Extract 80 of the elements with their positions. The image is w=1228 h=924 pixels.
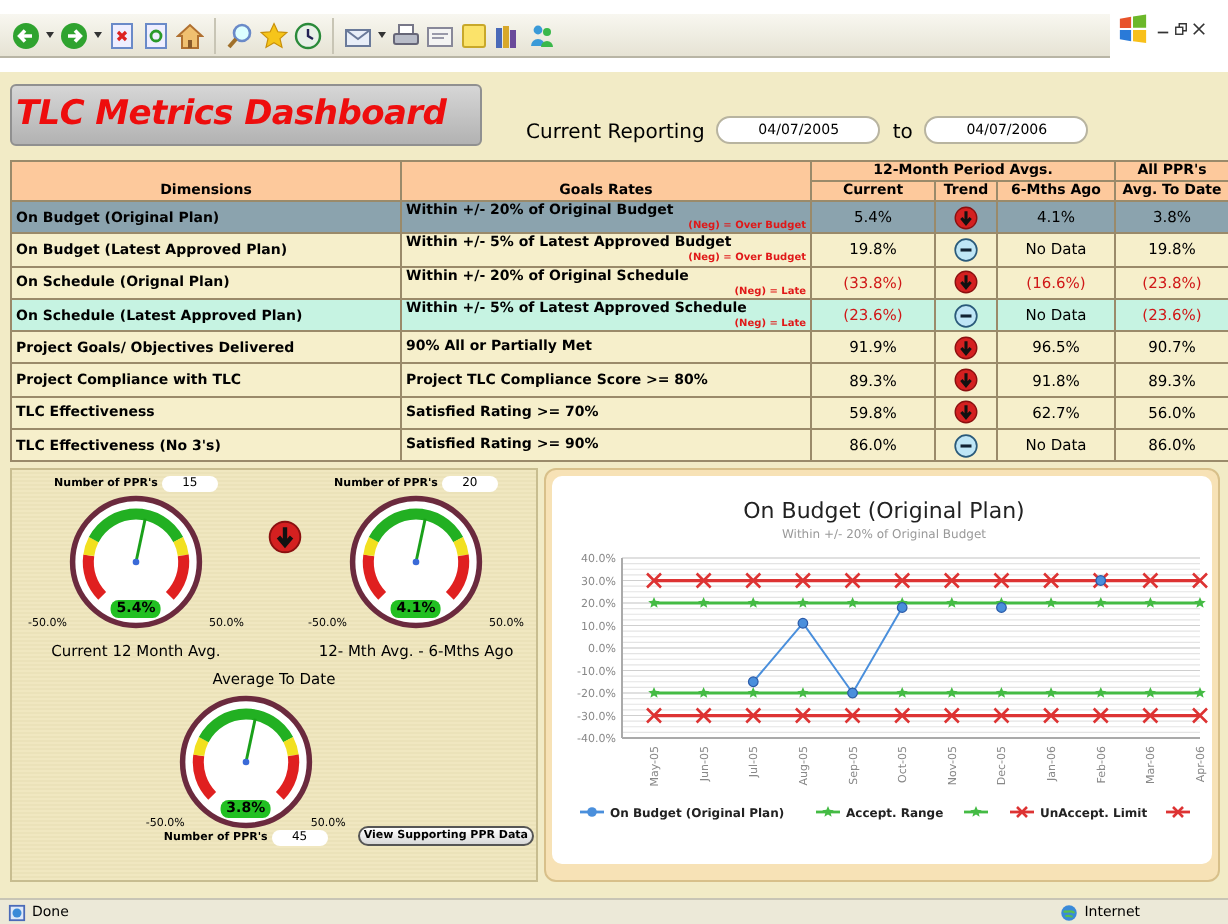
data-point [1095, 687, 1107, 699]
edit-icon[interactable] [426, 21, 454, 49]
data-point [995, 687, 1008, 699]
data-point [1191, 707, 1209, 725]
data-point [744, 572, 762, 590]
caret-icon[interactable] [46, 32, 54, 38]
gauge-dial [349, 496, 483, 629]
data-point [946, 597, 958, 609]
data-point [847, 688, 858, 700]
data-point [1042, 707, 1060, 725]
data-point [993, 572, 1010, 590]
data-point [794, 572, 812, 590]
data-point [1144, 597, 1156, 609]
data-point [993, 707, 1010, 725]
people-icon[interactable] [528, 21, 556, 49]
gauge-dial [69, 496, 203, 629]
data-point [893, 572, 911, 590]
search-icon[interactable] [226, 21, 254, 49]
down-arrow-icon [954, 368, 978, 393]
data-point [896, 687, 908, 699]
data-point [1142, 707, 1159, 725]
close-icon[interactable] [1192, 22, 1206, 36]
globe-icon [1060, 903, 1079, 921]
legend-item [1166, 806, 1190, 820]
minus-icon [954, 433, 978, 458]
data-point [797, 618, 809, 630]
windows-logo-icon [1118, 14, 1148, 44]
data-point [1194, 687, 1206, 699]
data-point [698, 597, 710, 609]
data-point [1142, 572, 1159, 590]
history-icon[interactable] [294, 21, 322, 49]
data-point [893, 707, 911, 725]
caret-icon[interactable] [378, 32, 386, 38]
data-point [648, 687, 660, 699]
minus-icon [954, 303, 978, 328]
data-point [794, 707, 812, 725]
minus-icon [954, 237, 978, 262]
data-point [1095, 597, 1107, 609]
data-point [844, 707, 861, 725]
caret-icon[interactable] [94, 32, 102, 38]
data-point [645, 707, 663, 725]
chart-title: On Budget (Original Plan) [743, 498, 1025, 525]
data-point [797, 687, 809, 699]
data-point [744, 707, 762, 725]
data-point [698, 687, 710, 699]
data-point [844, 572, 861, 590]
data-point [943, 707, 961, 725]
down-arrow-icon [954, 270, 978, 295]
data-point [1194, 597, 1206, 609]
data-point [747, 597, 759, 609]
data-point [846, 597, 859, 609]
home-icon[interactable] [176, 21, 204, 49]
reporting-label: Current Reporting [526, 122, 705, 144]
data-point [1092, 707, 1110, 725]
data-point [946, 687, 958, 699]
gauge-needle [132, 519, 147, 567]
print-icon[interactable] [392, 21, 420, 49]
restore-icon[interactable] [1174, 22, 1188, 36]
gauge-needle [242, 719, 257, 767]
dashboard-title: TLC Metrics Dashboard [10, 84, 482, 146]
stop-icon[interactable] [108, 21, 136, 49]
legend-item [964, 806, 988, 818]
data-point [1191, 572, 1209, 590]
data-point [1144, 687, 1156, 699]
down-arrow-icon [954, 335, 978, 360]
gauge-needle [412, 519, 427, 567]
data-point [797, 597, 809, 609]
star-icon[interactable] [260, 21, 288, 49]
data-point [1045, 597, 1057, 609]
page-icon [8, 903, 26, 921]
to-label: to [892, 122, 913, 144]
down-arrow-icon [954, 400, 978, 425]
data-point [645, 572, 663, 590]
data-point [1045, 687, 1057, 699]
data-point [943, 572, 961, 590]
data-point [648, 597, 660, 609]
data-point [695, 707, 712, 725]
down-arrow-icon [954, 205, 978, 230]
data-point [1042, 572, 1060, 590]
data-point [695, 572, 712, 590]
